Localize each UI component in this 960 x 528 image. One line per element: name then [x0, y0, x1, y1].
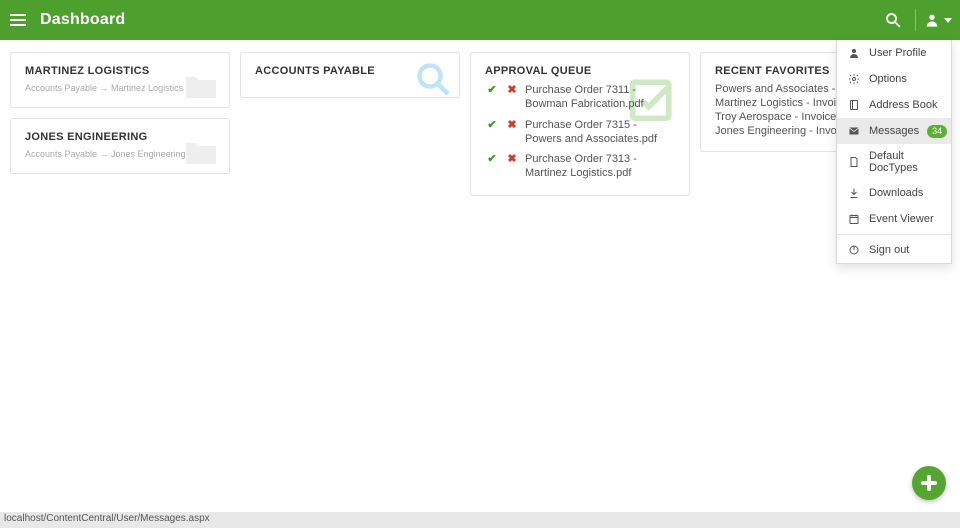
menu-label: Messages	[869, 125, 919, 137]
envelope-icon	[847, 124, 861, 138]
topbar-right	[871, 0, 960, 40]
approve-icon[interactable]: ✔	[485, 118, 499, 132]
download-icon	[847, 186, 861, 200]
folder-icon	[183, 71, 219, 101]
book-icon	[847, 98, 861, 112]
menu-user-profile[interactable]: User Profile	[837, 40, 951, 66]
menu-downloads[interactable]: Downloads	[837, 180, 951, 206]
calendar-icon	[847, 212, 861, 226]
dashboard-cards: MARTINEZ LOGISTICS Accounts Payable → Ma…	[0, 40, 960, 208]
menu-label: Address Book	[869, 99, 937, 111]
approval-row: ✔ ✖ Purchase Order 7313 - Martinez Logis…	[485, 152, 675, 181]
reject-icon[interactable]: ✖	[505, 152, 519, 166]
power-icon	[847, 243, 861, 257]
user-dropdown-menu: User Profile Options Address Book Messag…	[836, 40, 952, 264]
messages-badge: 34	[927, 125, 947, 138]
approval-row: ✔ ✖ Purchase Order 7315 - Powers and Ass…	[485, 118, 675, 147]
reject-icon[interactable]: ✖	[505, 83, 519, 97]
approval-item-label[interactable]: Purchase Order 7315 - Powers and Associa…	[525, 118, 675, 147]
add-button[interactable]	[912, 466, 946, 500]
reject-icon[interactable]: ✖	[505, 118, 519, 132]
menu-label: Default DocTypes	[869, 150, 941, 174]
menu-default-doctypes[interactable]: Default DocTypes	[837, 144, 951, 180]
document-icon	[847, 155, 861, 169]
approval-list: ✔ ✖ Purchase Order 7311 - Bowman Fabrica…	[485, 83, 675, 181]
card-martinez-logistics[interactable]: MARTINEZ LOGISTICS Accounts Payable → Ma…	[10, 52, 230, 108]
card-jones-engineering[interactable]: JONES ENGINEERING Accounts Payable → Jon…	[10, 118, 230, 174]
chevron-down-icon	[944, 18, 952, 23]
person-icon	[847, 46, 861, 60]
menu-messages[interactable]: Messages 34	[837, 118, 951, 144]
search-button[interactable]	[871, 0, 915, 40]
menu-separator	[837, 234, 951, 235]
approval-item-label[interactable]: Purchase Order 7311 - Bowman Fabrication…	[525, 83, 675, 112]
menu-label: Event Viewer	[869, 213, 934, 225]
search-icon	[415, 61, 451, 97]
search-icon	[884, 11, 902, 29]
top-bar: Dashboard	[0, 0, 960, 40]
card-approval-queue: APPROVAL QUEUE ✔ ✖ Purchase Order 7311 -…	[470, 52, 690, 196]
approve-icon[interactable]: ✔	[485, 152, 499, 166]
menu-label: Downloads	[869, 187, 923, 199]
gear-icon	[847, 72, 861, 86]
menu-event-viewer[interactable]: Event Viewer	[837, 206, 951, 232]
approval-item-label[interactable]: Purchase Order 7313 - Martinez Logistics…	[525, 152, 675, 181]
user-menu-button[interactable]	[916, 0, 960, 40]
menu-icon[interactable]	[0, 0, 36, 40]
menu-options[interactable]: Options	[837, 66, 951, 92]
person-icon	[924, 12, 940, 28]
menu-address-book[interactable]: Address Book	[837, 92, 951, 118]
approve-icon[interactable]: ✔	[485, 83, 499, 97]
menu-sign-out[interactable]: Sign out	[837, 237, 951, 263]
page-title: Dashboard	[40, 11, 125, 29]
status-bar: localhost/ContentCentral/User/Messages.a…	[0, 512, 960, 528]
card-accounts-payable[interactable]: ACCOUNTS PAYABLE	[240, 52, 460, 98]
menu-label: Options	[869, 73, 907, 85]
approval-row: ✔ ✖ Purchase Order 7311 - Bowman Fabrica…	[485, 83, 675, 112]
menu-label: User Profile	[869, 47, 926, 59]
menu-label: Sign out	[869, 244, 909, 256]
folder-icon	[183, 137, 219, 167]
